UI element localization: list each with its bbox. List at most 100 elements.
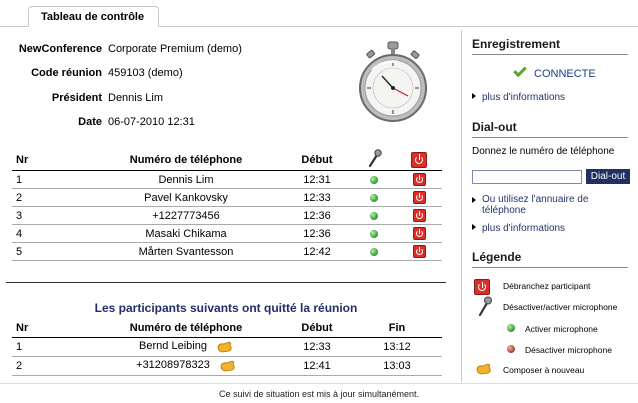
col-phone: Numéro de téléphone: [90, 149, 282, 171]
president-value: Dennis Lim: [108, 92, 164, 104]
left-participant-nr: 2: [12, 356, 90, 376]
participant-start: 12:33: [282, 188, 352, 207]
legend-title: Légende: [472, 250, 628, 268]
recording-status: CONNECTE: [513, 63, 596, 80]
date-value: 06-07-2010 12:31: [108, 116, 195, 128]
redial-hand-icon[interactable]: [220, 360, 236, 372]
participant-mic-cell: [352, 170, 396, 189]
participant-row: 4 Masaki Chikama 12:36: [12, 224, 442, 243]
left-participant-phone: Bernd Leibing: [139, 340, 207, 353]
president-label: Président: [51, 92, 102, 104]
participant-disconnect-cell: [396, 224, 442, 243]
left-participant-start: 12:33: [282, 337, 352, 357]
left-col-nr: Nr: [12, 320, 90, 338]
participant-disconnect-cell: [396, 242, 442, 261]
left-col-phone: Numéro de téléphone: [90, 320, 282, 338]
left-participant-end: 13:12: [352, 337, 442, 357]
left-participant-row: 2 +31208978323 12:41 13:03: [12, 356, 442, 376]
disconnect-button[interactable]: [412, 173, 426, 186]
col-mic: [352, 149, 396, 171]
tab-control-panel[interactable]: Tableau de contrôle: [28, 6, 160, 27]
participant-nr: 4: [12, 224, 90, 243]
disconnect-button[interactable]: [412, 191, 426, 204]
power-icon: [474, 279, 490, 295]
legend-disconnect: Débranchez participant: [503, 281, 591, 291]
col-start: Début: [282, 149, 352, 171]
left-col-end: Fin: [352, 320, 442, 338]
left-participant-row: 1 Bernd Leibing 12:33 13:12: [12, 337, 442, 357]
participant-phone: Mårten Svantesson: [90, 242, 282, 261]
participants-table: Nr Numéro de téléphone Début 1 Dennis Lim…: [12, 149, 442, 261]
participant-mic-cell: [352, 224, 396, 243]
directory-link-label: Ou utilisez l'annuaire de téléphone: [482, 194, 589, 216]
participant-nr: 1: [12, 170, 90, 189]
mic-toggle-button[interactable]: [370, 175, 378, 184]
left-participant-start: 12:41: [282, 356, 352, 376]
left-participant-nr: 1: [12, 337, 90, 357]
code-value: 459103 (demo): [108, 67, 183, 79]
col-disconnect: [396, 149, 442, 171]
triangle-icon: [472, 224, 476, 230]
sidebar: Enregistrement CONNECTE plus d'informati…: [461, 30, 633, 382]
participant-phone: Dennis Lim: [90, 170, 282, 189]
left-header-row: Nr Numéro de téléphone Début Fin: [12, 320, 442, 338]
stopwatch-icon: [359, 41, 427, 122]
check-icon: [513, 63, 527, 78]
mic-toggle-button[interactable]: [370, 211, 378, 220]
participant-phone: Masaki Chikama: [90, 224, 282, 243]
microphone-icon: [478, 296, 492, 316]
power-icon: [411, 151, 427, 168]
disconnect-button[interactable]: [412, 245, 426, 258]
recording-more-info-label: plus d'informations: [482, 92, 566, 103]
conference-label: NewConference: [18, 43, 102, 55]
tab-bar: Tableau de contrôle: [0, 0, 638, 27]
recording-title: Enregistrement: [472, 37, 628, 55]
redial-hand-icon[interactable]: [217, 341, 233, 353]
dialout-prompt: Donnez le numéro de téléphone: [472, 146, 615, 157]
section-divider: [6, 282, 446, 283]
recording-more-info-link[interactable]: plus d'informations: [472, 92, 565, 103]
dialout-phone-input[interactable]: [472, 170, 582, 184]
participant-nr: 3: [12, 206, 90, 225]
left-participant-phone: +31208978323: [136, 359, 210, 372]
date-label: Date: [78, 116, 102, 128]
legend-toggle-mic: Désactiver/activer microphone: [503, 302, 618, 312]
participant-nr: 2: [12, 188, 90, 207]
dialout-title: Dial-out: [472, 120, 628, 138]
participant-disconnect-cell: [396, 206, 442, 225]
dialout-button[interactable]: Dial-out: [586, 169, 630, 184]
participant-start: 12:36: [282, 206, 352, 225]
disconnect-button[interactable]: [412, 227, 426, 240]
participant-nr: 5: [12, 242, 90, 261]
microphone-icon: [368, 149, 382, 168]
left-participants-table: Nr Numéro de téléphone Début Fin 1 Bernd …: [12, 320, 442, 376]
left-participant-end: 13:03: [352, 356, 442, 376]
conference-value: Corporate Premium (demo): [108, 43, 242, 55]
participant-phone: +1227773456: [90, 206, 282, 225]
participant-row: 5 Mårten Svantesson 12:42: [12, 242, 442, 261]
legend-mic-on: Activer microphone: [525, 324, 598, 334]
legend-mic-off: Désactiver microphone: [525, 345, 612, 355]
code-label: Code réunion: [31, 67, 102, 79]
left-participant-phone-cell: +31208978323: [90, 356, 282, 376]
mic-toggle-button[interactable]: [370, 229, 378, 238]
col-nr: Nr: [12, 149, 90, 171]
recording-status-label: CONNECTE: [534, 68, 596, 80]
participants-header-row: Nr Numéro de téléphone Début: [12, 149, 442, 171]
directory-link[interactable]: Ou utilisez l'annuaire de téléphone: [472, 194, 622, 216]
redial-hand-icon: [476, 363, 491, 375]
disconnect-button[interactable]: [412, 209, 426, 222]
triangle-icon: [472, 197, 476, 203]
participant-row: 3 +1227773456 12:36: [12, 206, 442, 225]
triangle-icon: [472, 93, 476, 99]
left-participants-title: Les participants suivants ont quitté la …: [94, 301, 358, 315]
participant-mic-cell: [352, 206, 396, 225]
dialout-more-info-link[interactable]: plus d'informations: [472, 223, 565, 234]
footer-divider: [0, 383, 638, 384]
mic-toggle-button[interactable]: [370, 247, 378, 256]
participant-start: 12:36: [282, 224, 352, 243]
participant-row: 2 Pavel Kankovsky 12:33: [12, 188, 442, 207]
participant-mic-cell: [352, 188, 396, 207]
mic-toggle-button[interactable]: [370, 193, 378, 202]
left-participant-phone-cell: Bernd Leibing: [90, 337, 282, 357]
